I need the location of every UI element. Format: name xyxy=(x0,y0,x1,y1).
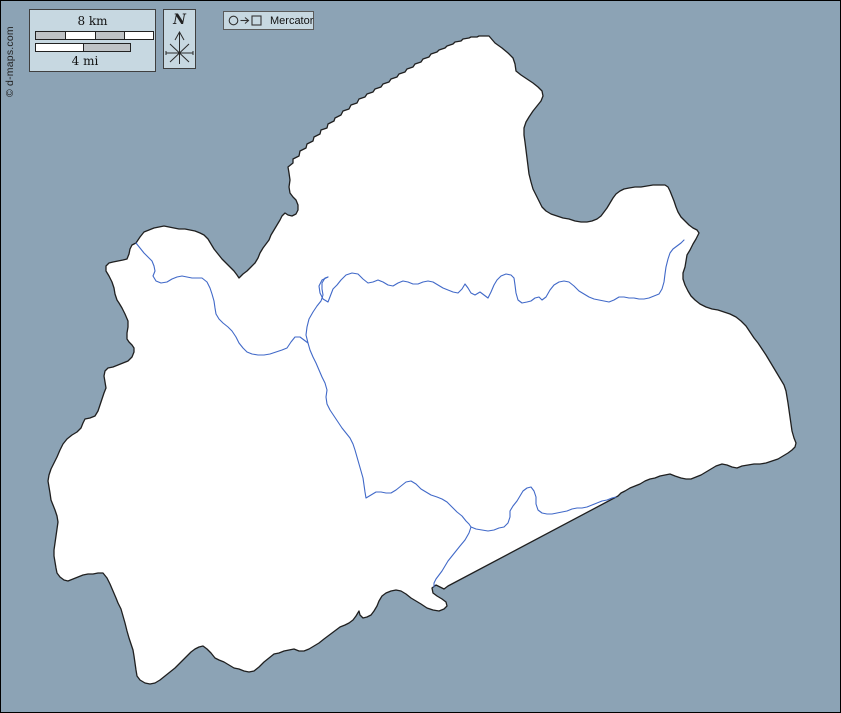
copyright-text: © d-maps.com xyxy=(4,7,16,97)
north-label: N xyxy=(164,12,195,28)
scale-km-bar xyxy=(35,31,154,40)
map-image: 8 km 4 mi N xyxy=(0,0,841,713)
landmass xyxy=(48,36,796,684)
scale-mi-label: 4 mi xyxy=(38,55,132,67)
projection-badge: Mercator xyxy=(223,11,314,30)
scale-bar: 8 km 4 mi xyxy=(29,9,156,72)
projection-label: Mercator xyxy=(270,15,313,27)
north-arrow-icon xyxy=(164,28,195,66)
scale-km-segment xyxy=(95,32,124,39)
north-indicator: N xyxy=(163,9,196,69)
map-outline-svg xyxy=(1,1,841,713)
projection-transform-icon xyxy=(228,14,266,27)
scale-mi-bar xyxy=(35,43,131,52)
scale-km-segment xyxy=(65,32,94,39)
scale-km-segment xyxy=(36,32,65,39)
scale-km-label: 8 km xyxy=(30,15,155,27)
scale-mi-segment xyxy=(36,44,83,51)
scale-mi-segment xyxy=(83,44,130,51)
scale-km-segment xyxy=(124,32,153,39)
